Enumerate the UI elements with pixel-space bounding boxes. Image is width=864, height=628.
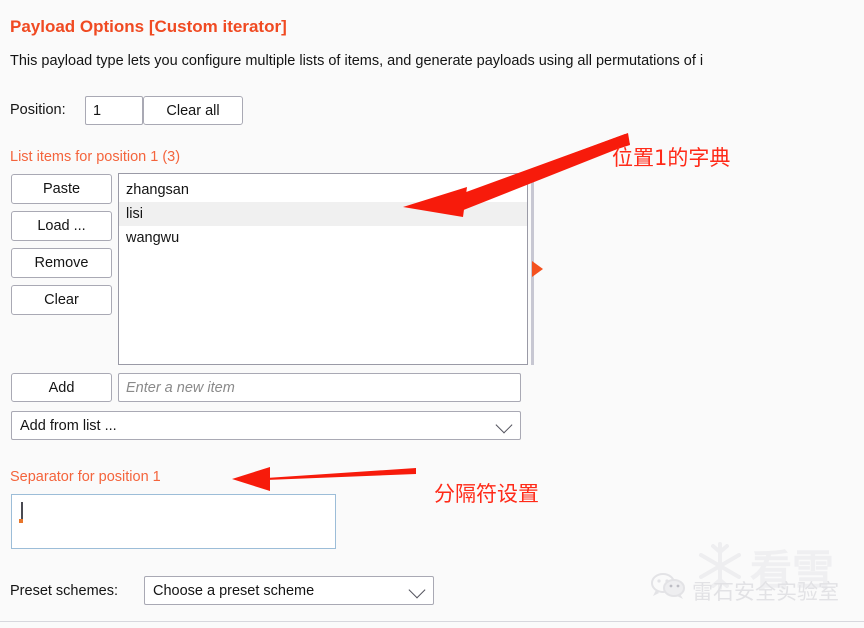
preset-schemes-label: Preset schemes: <box>10 583 118 599</box>
clear-all-button[interactable]: Clear all <box>143 96 243 125</box>
chevron-down-icon <box>408 581 426 598</box>
bottom-divider <box>0 621 864 622</box>
paste-button[interactable]: Paste <box>11 174 112 204</box>
remove-button[interactable]: Remove <box>11 248 112 278</box>
annotation-text-separator: 分隔符设置 <box>434 482 539 506</box>
page-title: Payload Options [Custom iterator] <box>10 17 287 36</box>
add-from-list-label: Add from list ... <box>20 417 117 434</box>
wechat-icon <box>651 573 685 599</box>
load-button[interactable]: Load ... <box>11 211 112 241</box>
add-button[interactable]: Add <box>11 373 112 402</box>
separator-value-dot <box>19 519 23 523</box>
chevron-down-icon <box>495 416 513 433</box>
annotation-text-dictionary: 位置1的字典 <box>612 146 731 170</box>
expand-arrow-icon[interactable] <box>532 261 543 277</box>
list-item[interactable]: zhangsan <box>119 178 527 202</box>
preset-scheme-dropdown[interactable]: Choose a preset scheme <box>144 576 434 605</box>
list-items-heading: List items for position 1 (3) <box>10 149 181 165</box>
annotation-arrow-to-separator <box>232 467 416 491</box>
watermark-account-name: 雷石安全实验室 <box>692 580 839 604</box>
list-item[interactable]: wangwu <box>119 226 527 250</box>
list-item[interactable]: lisi <box>119 202 527 226</box>
payload-options-panel: Payload Options [Custom iterator] This p… <box>0 0 864 628</box>
snowflake-logo-icon <box>699 542 741 590</box>
position-input[interactable]: 1 <box>85 96 143 125</box>
position-label: Position: <box>10 102 66 118</box>
separator-heading: Separator for position 1 <box>10 469 161 485</box>
payload-list[interactable]: zhangsan lisi wangwu <box>118 173 528 365</box>
new-item-input[interactable]: Enter a new item <box>118 373 521 402</box>
add-from-list-dropdown[interactable]: Add from list ... <box>11 411 521 440</box>
clear-button[interactable]: Clear <box>11 285 112 315</box>
separator-textarea[interactable] <box>11 494 336 549</box>
watermark-backdrop-text: 看雪 <box>750 546 835 595</box>
panel-description: This payload type lets you configure mul… <box>10 53 704 69</box>
preset-scheme-value: Choose a preset scheme <box>153 582 315 599</box>
